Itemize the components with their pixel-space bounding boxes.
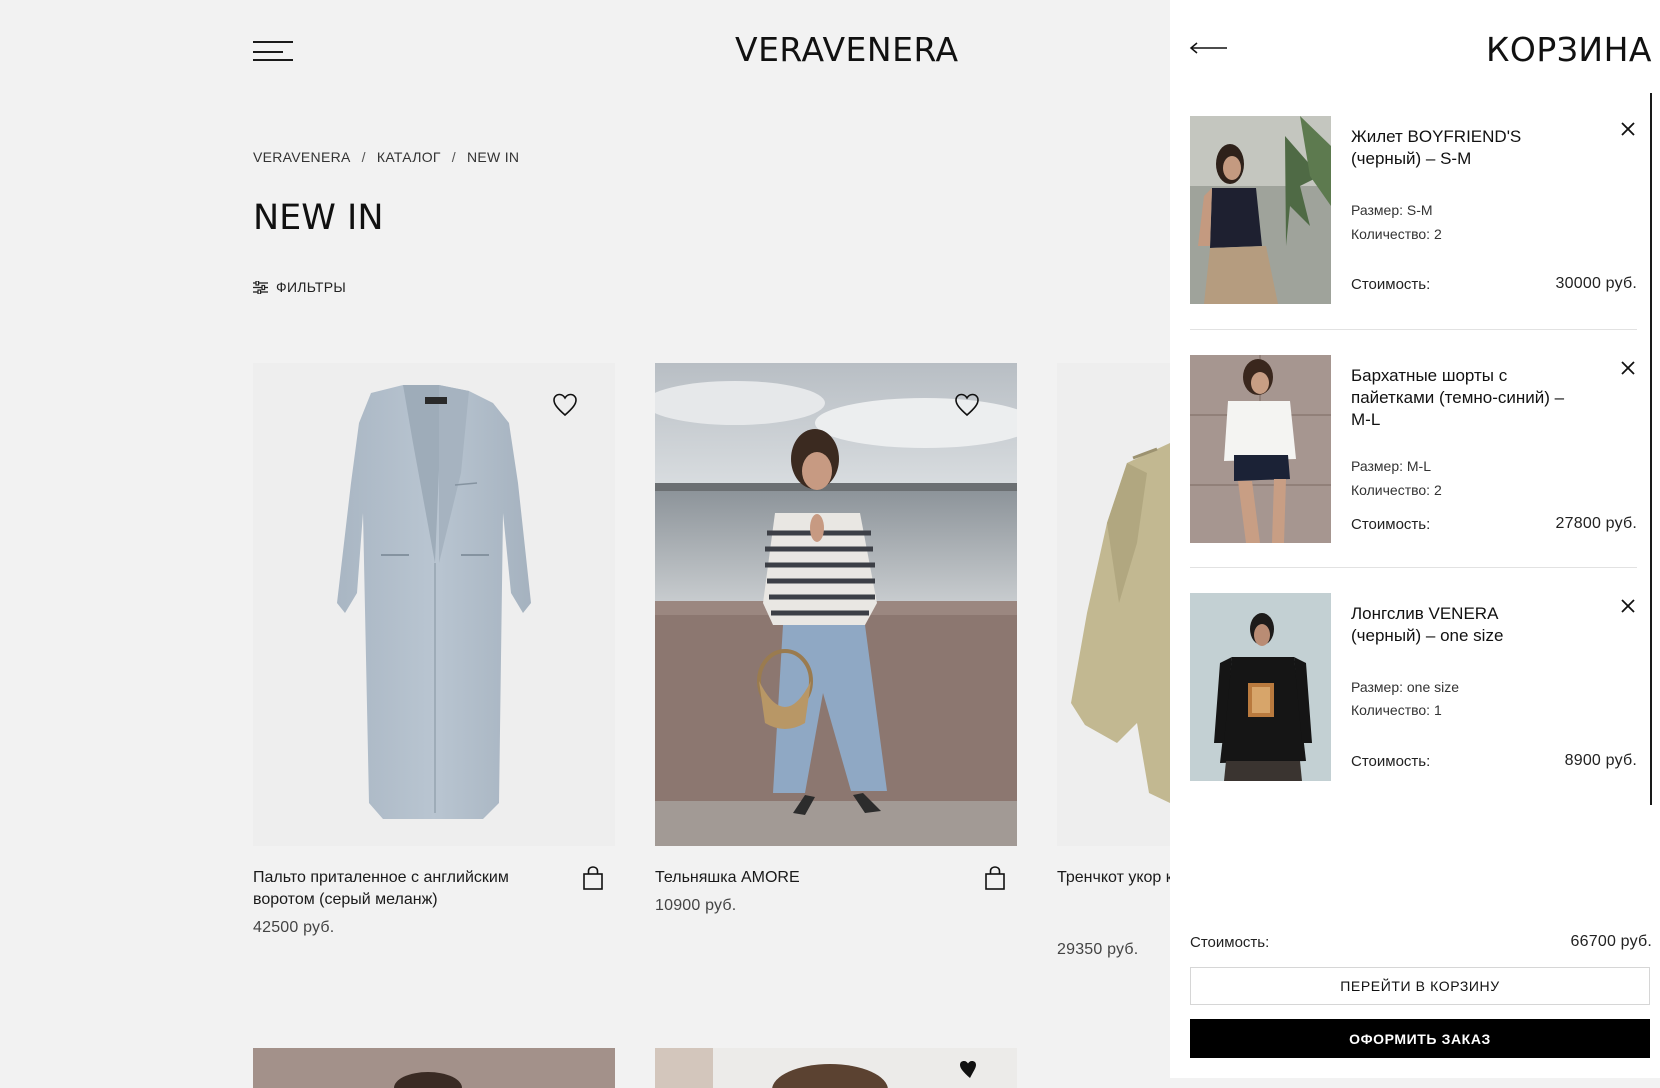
- page-title: NEW IN: [253, 198, 384, 238]
- cart-item-cost: 27800 руб.: [1555, 515, 1637, 532]
- model-photo: [655, 1048, 1017, 1088]
- cart-item-name[interactable]: Бархатные шорты с пайетками (темно-синий…: [1351, 365, 1571, 431]
- breadcrumb-separator: /: [451, 149, 456, 165]
- cart-item-name[interactable]: Жилет BOYFRIEND'S (черный) – S-M: [1351, 126, 1571, 170]
- cart-item-name[interactable]: Лонгслив VENERA (черный) – one size: [1351, 603, 1571, 647]
- cart-item-cost-label: Стоимость:: [1351, 276, 1431, 293]
- cart-item-size: Размер: M-L: [1351, 458, 1432, 474]
- longsleeve-photo: [1190, 593, 1331, 781]
- cart-item-cost-label: Стоимость:: [1351, 753, 1431, 770]
- cart-item: Жилет BOYFRIEND'S (черный) – S-M Размер:…: [1190, 116, 1637, 304]
- cart-item-quantity: Количество: 1: [1351, 702, 1442, 718]
- breadcrumb-separator: /: [361, 149, 366, 165]
- cart-drawer: КОРЗИНА Жилет BOYFRIEND'S (черный) – S-M…: [1170, 0, 1660, 1078]
- product-price: 42500 руб.: [253, 919, 335, 936]
- cart-item-cost: 8900 руб.: [1564, 752, 1637, 769]
- favorite-heart-icon[interactable]: [953, 391, 981, 419]
- cart-item-image[interactable]: [1190, 593, 1331, 781]
- cart-item-size: Размер: one size: [1351, 679, 1460, 695]
- product-image[interactable]: [655, 1048, 1017, 1088]
- model-photo: [253, 1048, 615, 1088]
- favorite-heart-icon[interactable]: [551, 391, 579, 419]
- divider: [1190, 329, 1637, 330]
- arrow-left-icon[interactable]: [1189, 38, 1229, 58]
- go-to-cart-button[interactable]: ПЕРЕЙТИ В КОРЗИНУ: [1190, 967, 1650, 1005]
- cart-item-quantity: Количество: 2: [1351, 482, 1442, 498]
- cart-total-value: 66700 руб.: [1570, 933, 1652, 950]
- breadcrumb-home[interactable]: VERAVENERA: [253, 149, 351, 165]
- remove-item-x-icon[interactable]: [1619, 359, 1637, 377]
- product-image[interactable]: [253, 1048, 615, 1088]
- breadcrumb: VERAVENERA / КАТАЛОГ / NEW IN: [253, 149, 519, 165]
- filters-icon: [253, 280, 268, 294]
- product-image[interactable]: [1057, 363, 1170, 846]
- model-photo: [655, 363, 1017, 846]
- shorts-photo: [1190, 355, 1331, 543]
- cart-scrollbar[interactable]: [1650, 93, 1652, 805]
- cart-item: Бархатные шорты с пайетками (темно-синий…: [1190, 355, 1637, 543]
- coat-image: [337, 385, 531, 819]
- product-name[interactable]: Пальто приталенное с английским воротом …: [253, 867, 573, 911]
- filters-label: ФИЛЬТРЫ: [276, 279, 347, 295]
- breadcrumb-catalog[interactable]: КАТАЛОГ: [377, 149, 441, 165]
- product-card[interactable]: Тренчкот укор коketкой из пр (песочный) …: [1057, 363, 1170, 958]
- cart-item-cost: 30000 руб.: [1555, 275, 1637, 292]
- product-name[interactable]: Тельняшка AMORE: [655, 867, 975, 889]
- trench-image: [1071, 443, 1170, 803]
- product-price: 10900 руб.: [655, 897, 737, 914]
- product-image[interactable]: [253, 363, 615, 846]
- product-name[interactable]: Тренчкот укор коketкой из пр (песочный): [1057, 867, 1170, 889]
- checkout-button[interactable]: ОФОРМИТЬ ЗАКАЗ: [1190, 1019, 1650, 1058]
- cart-item-image[interactable]: [1190, 116, 1331, 304]
- filters-button[interactable]: ФИЛЬТРЫ: [253, 279, 346, 295]
- cart-item: Лонгслив VENERA (черный) – one size Разм…: [1190, 593, 1637, 781]
- menu-icon[interactable]: [253, 41, 293, 63]
- product-image[interactable]: [655, 363, 1017, 846]
- cart-item-quantity: Количество: 2: [1351, 226, 1442, 242]
- add-to-cart-bag-icon[interactable]: [983, 865, 1007, 891]
- remove-item-x-icon[interactable]: [1619, 120, 1637, 138]
- cart-total-label: Стоимость:: [1190, 934, 1270, 951]
- add-to-cart-bag-icon[interactable]: [581, 865, 605, 891]
- product-card[interactable]: Тельняшка AMORE 10900 руб.: [655, 363, 1017, 914]
- divider: [1190, 567, 1637, 568]
- cart-title: КОРЗИНА: [1485, 30, 1652, 69]
- site-logo[interactable]: VERAVENERA: [735, 30, 959, 69]
- product-price: 29350 руб.: [1057, 941, 1139, 958]
- cart-item-image[interactable]: [1190, 355, 1331, 543]
- cart-item-cost-label: Стоимость:: [1351, 516, 1431, 533]
- breadcrumb-current: NEW IN: [466, 149, 520, 165]
- remove-item-x-icon[interactable]: [1619, 597, 1637, 615]
- catalog-page: VERAVENERA VERAVENERA / КАТАЛОГ / NEW IN NEW…: [0, 0, 1170, 1088]
- cart-item-size: Размер: S-M: [1351, 202, 1433, 218]
- vest-photo: [1190, 116, 1331, 304]
- product-card[interactable]: Пальто приталенное с английским воротом …: [253, 363, 615, 936]
